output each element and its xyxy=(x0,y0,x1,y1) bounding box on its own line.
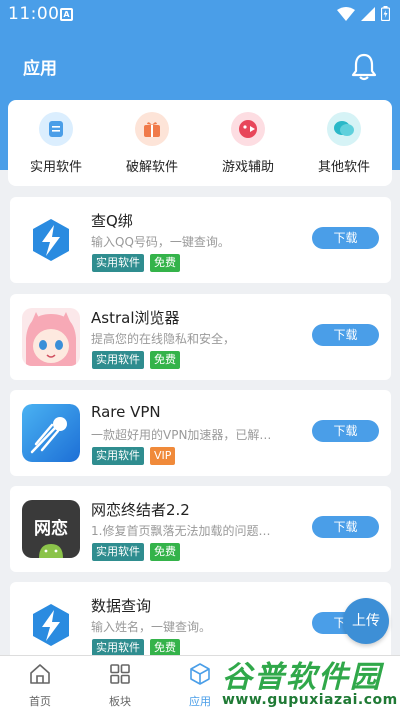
document-icon xyxy=(39,112,73,146)
price-tag: 免费 xyxy=(150,254,180,272)
home-icon xyxy=(30,664,50,684)
cube-icon xyxy=(190,663,210,685)
nav-label: 应用 xyxy=(189,695,211,708)
category-practical[interactable]: 实用软件 xyxy=(8,112,104,182)
app-name: 网恋终结者2.2 xyxy=(91,501,190,519)
category-tag: 实用软件 xyxy=(92,254,144,272)
nav-home[interactable]: 首页 xyxy=(10,662,70,709)
download-button[interactable]: 下载 xyxy=(312,227,379,249)
battery-icon xyxy=(381,6,390,21)
category-label: 游戏辅助 xyxy=(221,160,274,175)
bolt-icon xyxy=(22,211,80,269)
upload-button[interactable]: 上传 xyxy=(343,598,389,644)
bolt-icon xyxy=(22,596,80,654)
nav-apps[interactable]: 应用 xyxy=(170,662,230,709)
anime-avatar-icon xyxy=(22,308,80,366)
app-list-item[interactable]: Rare VPN 一款超好用的VPN加速器，已解… 实用软件 VIP 下载 xyxy=(10,390,391,476)
app-list-item[interactable]: Astral浏览器 提高您的在线隐私和安全， 实用软件 免费 下载 xyxy=(10,294,391,380)
status-bar: 11:00 A xyxy=(0,0,400,30)
category-label: 其他软件 xyxy=(317,160,370,175)
chat-icon xyxy=(327,112,361,146)
watermark-url: www.gupuxiazai.com xyxy=(222,692,398,708)
category-label: 实用软件 xyxy=(29,160,82,175)
app-description: 输入姓名，一键查询。 xyxy=(91,620,212,634)
android-icon: 网恋 xyxy=(22,500,80,558)
vip-tag: VIP xyxy=(150,447,176,465)
price-tag: 免费 xyxy=(150,351,180,369)
site-watermark: 谷普软件园 www.gupuxiazai.com xyxy=(222,652,397,710)
category-tag: 实用软件 xyxy=(92,351,144,369)
category-tag: 实用软件 xyxy=(92,447,144,465)
notification-a-icon: A xyxy=(60,8,73,21)
app-list-item[interactable]: 网恋 网恋终结者2.2 1.修复首页飘落无法加载的问题… 实用软件 免费 下载 xyxy=(10,486,391,572)
app-description: 一款超好用的VPN加速器，已解… xyxy=(91,428,272,442)
game-icon xyxy=(231,112,265,146)
category-game-assist[interactable]: 游戏辅助 xyxy=(200,112,296,182)
download-button[interactable]: 下载 xyxy=(312,420,379,442)
page-title: 应用 xyxy=(23,59,57,79)
app-name: Rare VPN xyxy=(91,403,161,421)
category-label: 破解软件 xyxy=(125,160,178,175)
nav-boards[interactable]: 板块 xyxy=(90,662,150,709)
download-button[interactable]: 下载 xyxy=(312,516,379,538)
gift-icon xyxy=(135,112,169,146)
price-tag: 免费 xyxy=(150,543,180,561)
app-name: 数据查询 xyxy=(91,597,152,615)
grid-icon xyxy=(110,664,130,684)
app-description: 1.修复首页飘落无法加载的问题… xyxy=(91,524,271,538)
nav-label: 板块 xyxy=(109,695,131,708)
wifi-icon xyxy=(337,6,355,21)
app-list-item[interactable]: 查Q绑 输入QQ号码，一键查询。 实用软件 免费 下载 xyxy=(10,197,391,283)
category-other[interactable]: 其他软件 xyxy=(296,112,392,182)
category-tag: 实用软件 xyxy=(92,543,144,561)
comet-icon xyxy=(22,404,80,462)
download-button[interactable]: 下载 xyxy=(312,324,379,346)
signal-icon xyxy=(361,6,375,21)
category-panel: 实用软件 破解软件 游戏辅助 其他软件 xyxy=(8,100,392,186)
category-cracked[interactable]: 破解软件 xyxy=(104,112,200,182)
watermark-title: 谷普软件园 xyxy=(222,660,382,695)
nav-label: 首页 xyxy=(29,695,51,708)
app-description: 输入QQ号码，一键查询。 xyxy=(91,235,230,249)
status-time: 11:00 xyxy=(8,4,60,24)
app-name: Astral浏览器 xyxy=(91,309,180,327)
app-name: 查Q绑 xyxy=(91,212,133,230)
app-description: 提高您的在线隐私和安全， xyxy=(91,332,236,346)
notification-bell-icon[interactable] xyxy=(350,52,378,82)
